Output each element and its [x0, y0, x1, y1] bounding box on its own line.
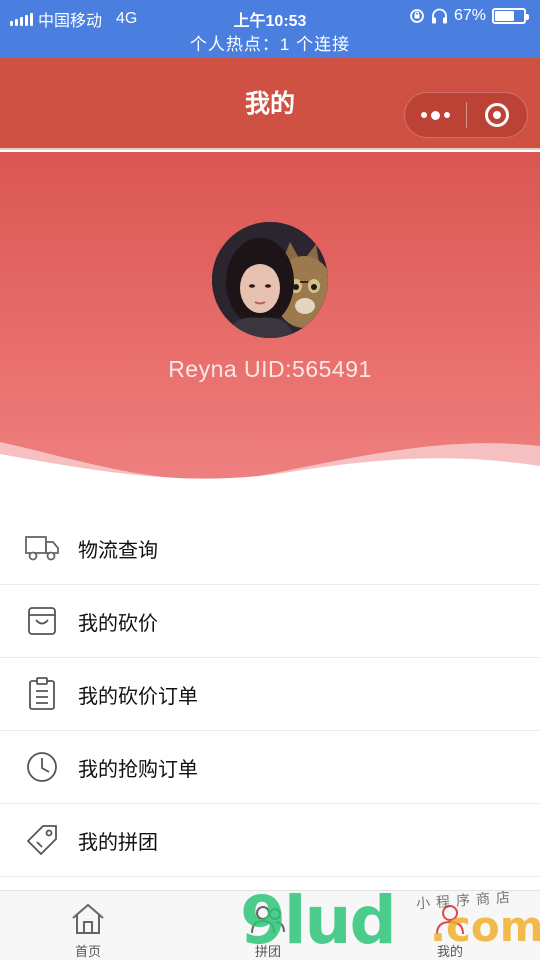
battery-icon — [492, 8, 529, 24]
shopping-box-icon — [0, 605, 78, 637]
tab-bar: 首页 拼团 我的 — [0, 890, 540, 960]
menu-item-label: 物流查询 — [78, 539, 158, 562]
menu-item-flash-sale-orders[interactable]: 我的抢购订单 — [0, 731, 540, 804]
rotation-lock-icon — [410, 9, 424, 23]
user-name-uid: Reyna UID:565491 — [168, 356, 372, 382]
tab-home[interactable]: 首页 — [28, 891, 148, 960]
menu-item-label: 我的抢购订单 — [78, 758, 198, 781]
person-icon — [432, 899, 468, 939]
tab-label: 拼团 — [254, 944, 281, 959]
menu-item-label: 我的砍价 — [78, 612, 158, 635]
menu-item-my-bargain[interactable]: 我的砍价 — [0, 585, 540, 658]
wave-divider — [0, 442, 540, 502]
tab-label: 我的 — [436, 944, 463, 959]
menu-item-logistics[interactable]: 物流查询 — [0, 512, 540, 585]
tab-group-buy[interactable]: 拼团 — [208, 891, 328, 960]
menu-list: 物流查询 我的砍价 我的砍价订单 我的抢购订单 我的拼团 — [0, 512, 540, 877]
menu-item-label: 我的砍价订单 — [78, 685, 198, 708]
navigation-bar: 我的 — [0, 58, 540, 150]
profile-header: Reyna UID:565491 — [0, 152, 540, 502]
tab-label: 首页 — [74, 944, 101, 959]
mini-program-capsule — [404, 92, 528, 138]
menu-item-bargain-orders[interactable]: 我的砍价订单 — [0, 658, 540, 731]
clipboard-list-icon — [0, 677, 78, 711]
home-icon — [70, 899, 106, 939]
headphones-icon — [431, 8, 447, 24]
menu-item-label: 我的拼团 — [78, 831, 158, 854]
tab-mine[interactable]: 我的 — [390, 891, 510, 960]
battery-percent: 67% — [453, 7, 486, 24]
menu-item-group-buy[interactable]: 我的拼团 — [0, 804, 540, 877]
tag-icon — [0, 823, 78, 857]
more-dots-icon[interactable] — [405, 110, 466, 120]
avatar[interactable] — [212, 222, 328, 338]
clock-icon — [0, 750, 78, 784]
target-circle-icon[interactable] — [466, 103, 527, 127]
group-icon — [250, 899, 286, 939]
truck-icon — [0, 533, 78, 563]
